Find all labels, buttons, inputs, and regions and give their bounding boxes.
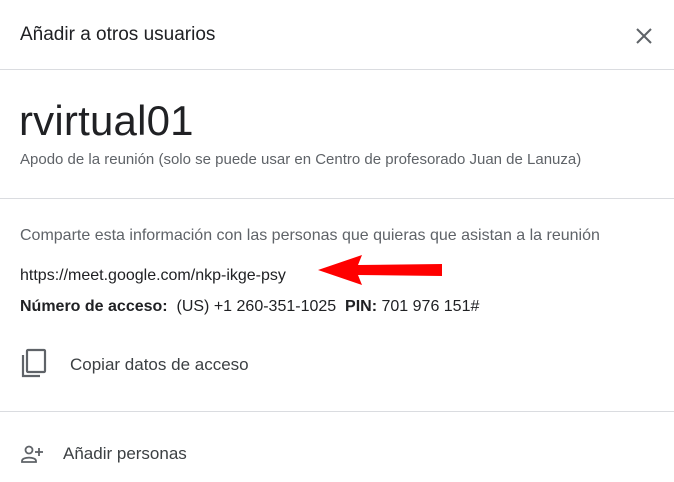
add-others-dialog: Añadir a otros usuarios rvirtual01 Apodo…: [0, 0, 674, 482]
meeting-nickname-note: Apodo de la reunión (solo se puede usar …: [20, 151, 582, 168]
meeting-link[interactable]: https://meet.google.com/nkp-ikge-psy: [20, 267, 286, 285]
access-number: (US) +1 260-351-1025: [176, 298, 337, 315]
pin-label: PIN:: [345, 298, 378, 315]
access-line: Número de acceso: (US) +1 260-351-1025 P…: [20, 298, 479, 316]
add-people-label: Añadir personas: [63, 444, 187, 463]
dialog-title: Añadir a otros usuarios: [20, 24, 216, 45]
person-add-icon: [21, 445, 43, 463]
dialog-header: Añadir a otros usuarios: [0, 0, 674, 70]
copy-access-button[interactable]: Copiar datos de acceso: [0, 344, 674, 388]
red-arrow-icon: [318, 255, 442, 285]
share-info: Comparte esta información con las person…: [0, 199, 674, 412]
add-people-button[interactable]: Añadir personas: [0, 432, 674, 476]
meeting-code: rvirtual01: [19, 97, 194, 144]
share-hint: Comparte esta información con las person…: [20, 227, 600, 244]
close-button[interactable]: [628, 20, 660, 52]
copy-icon: [21, 348, 47, 378]
meeting-info: rvirtual01 Apodo de la reunión (solo se …: [0, 70, 674, 199]
access-number-label: Número de acceso:: [20, 298, 168, 315]
pin-value: 701 976 151#: [381, 298, 480, 315]
copy-access-label: Copiar datos de acceso: [70, 355, 249, 374]
close-icon: [636, 28, 652, 44]
